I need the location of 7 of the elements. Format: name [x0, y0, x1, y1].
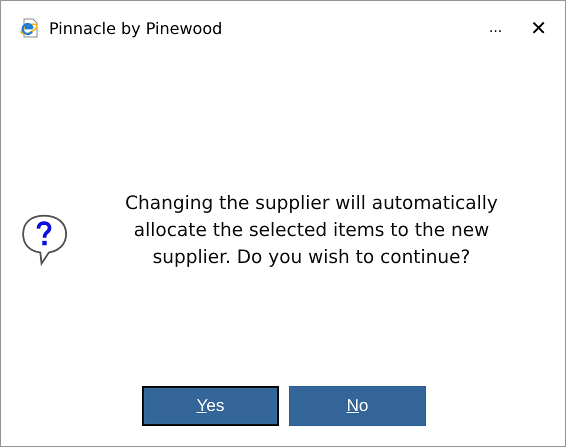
browser-document-icon: [19, 18, 39, 38]
window-title: Pinnacle by Pinewood: [49, 18, 224, 38]
more-options-button[interactable]: ...: [488, 20, 502, 36]
no-button[interactable]: No: [289, 386, 426, 426]
yes-button[interactable]: Yes: [142, 386, 279, 426]
close-button[interactable]: ✕: [530, 16, 547, 40]
confirmation-message: Changing the supplier will automatically allocate the selected items to the new supplier. Do you wish to continue?: [124, 192, 499, 270]
